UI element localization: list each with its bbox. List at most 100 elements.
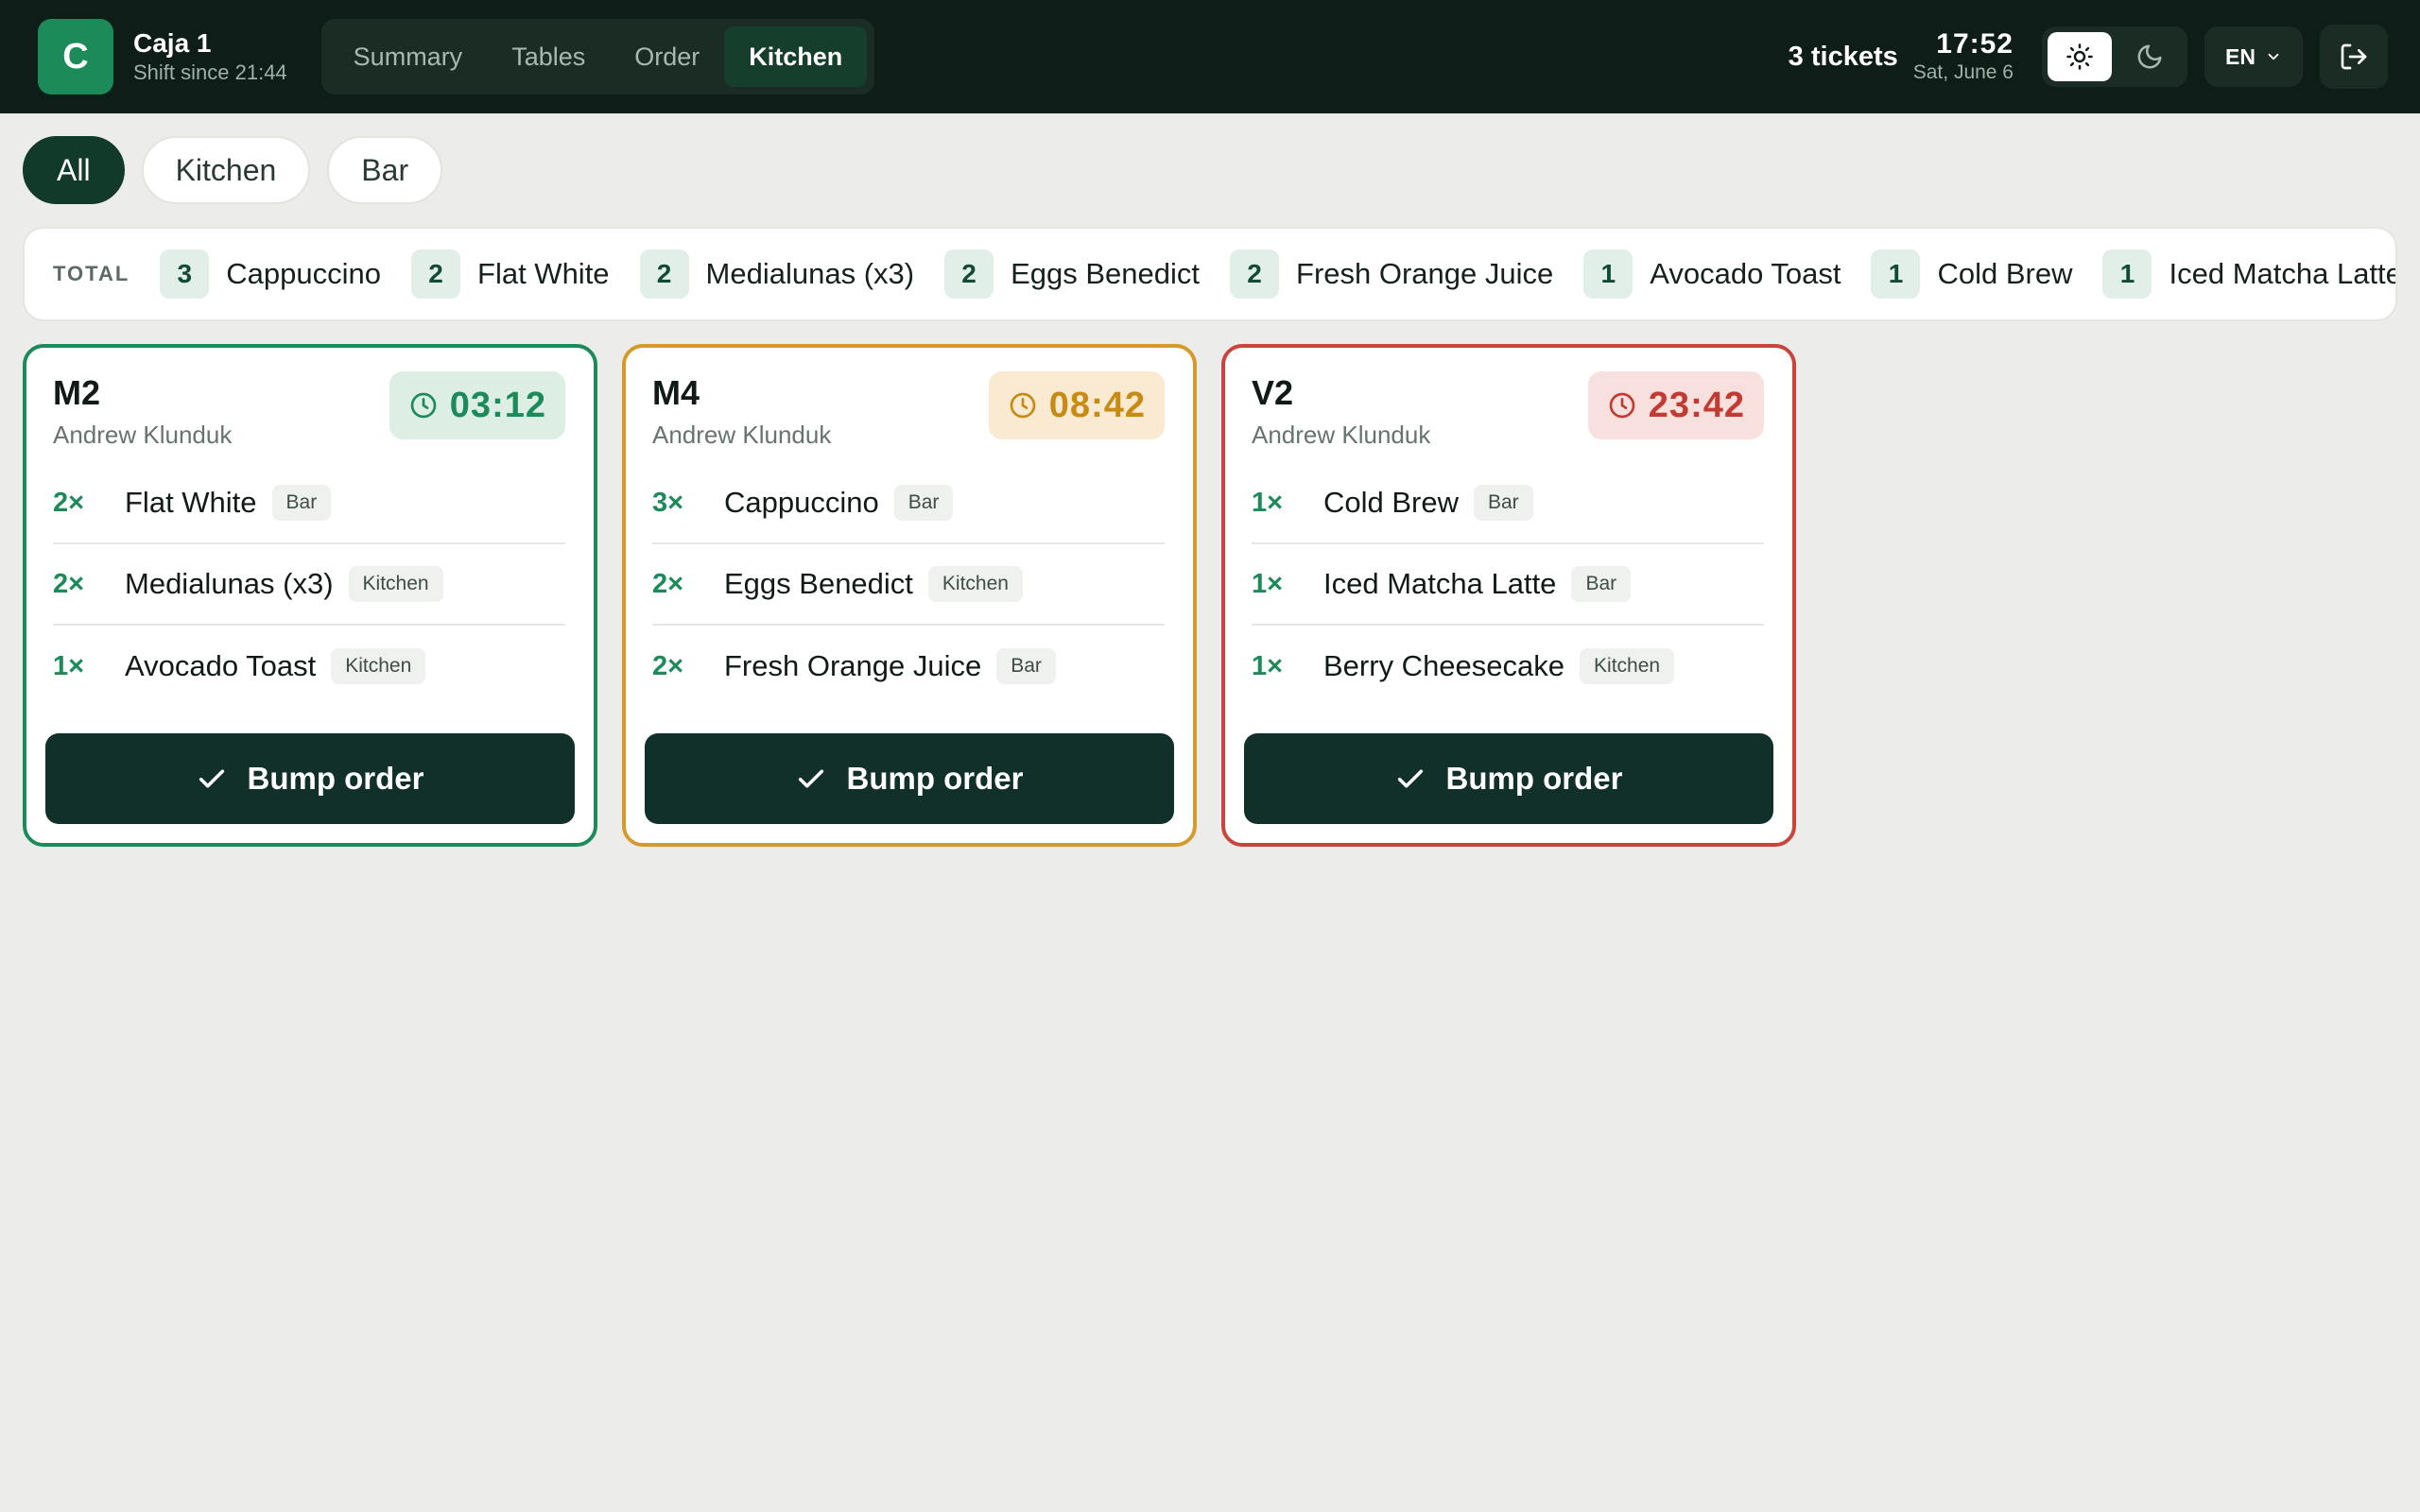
total-qty: 2 — [639, 249, 689, 299]
check-icon — [1398, 769, 1424, 788]
light-theme-button[interactable] — [2048, 32, 2112, 81]
filter-all[interactable]: All — [23, 136, 125, 204]
bump-order-button[interactable]: Bump order — [645, 733, 1174, 824]
item-qty: 2× — [53, 568, 85, 599]
ticket-item: 1× Berry Cheesecake Kitchen — [1252, 626, 1764, 707]
total-qty: 2 — [1230, 249, 1280, 299]
tab-label: Order — [634, 42, 700, 71]
timer-value: 23:42 — [1648, 385, 1745, 425]
item-name: Eggs Benedict — [724, 567, 913, 600]
ticket-item: 1× Avocado Toast Kitchen — [53, 626, 565, 707]
station-badge: Bar — [271, 485, 332, 521]
bump-label: Bump order — [1445, 761, 1623, 796]
tab-order[interactable]: Order — [610, 26, 724, 87]
bump-order-button[interactable]: Bump order — [45, 733, 575, 824]
station-badge: Kitchen — [927, 566, 1023, 602]
total-name: Avocado Toast — [1650, 257, 1841, 290]
brand-logo: C — [38, 19, 113, 94]
top-bar: C Caja 1 Shift since 21:44 Summary Table… — [0, 0, 2420, 113]
clock-icon — [1010, 392, 1036, 419]
total-qty: 2 — [411, 249, 461, 299]
language-select[interactable]: EN — [2204, 26, 2303, 87]
tab-summary[interactable]: Summary — [329, 26, 488, 87]
logout-button[interactable] — [2320, 25, 2388, 89]
ticket-grid: M2 Andrew Klunduk 03:12 2× Flat White Bar … — [23, 344, 1796, 847]
total-qty: 1 — [1583, 249, 1634, 299]
total-item: 3 Cappuccino — [160, 249, 381, 299]
item-name: Iced Matcha Latte — [1323, 567, 1557, 600]
clock: 17:52 Sat, June 6 — [1913, 28, 2014, 85]
tab-kitchen[interactable]: Kitchen — [724, 26, 868, 87]
shift-since: Shift since 21:44 — [133, 60, 287, 84]
ticket-waiter: Andrew Klunduk — [652, 421, 832, 449]
item-qty: 2× — [53, 487, 85, 518]
ticket-card: V2 Andrew Klunduk 23:42 1× Cold Brew Bar 1… — [1221, 344, 1796, 847]
total-name: Eggs Benedict — [1011, 257, 1201, 290]
total-item: 2 Flat White — [411, 249, 610, 299]
station-badge: Bar — [893, 485, 954, 521]
total-item: 1 Avocado Toast — [1583, 249, 1841, 299]
total-qty: 1 — [1871, 249, 1921, 299]
sun-icon — [2066, 43, 2093, 70]
item-name: Cappuccino — [724, 486, 879, 519]
bump-label: Bump order — [846, 761, 1024, 796]
ticket-timer: 23:42 — [1587, 371, 1764, 439]
language-label: EN — [2225, 43, 2256, 69]
brand-logo-letter: C — [62, 36, 89, 77]
ticket-item: 2× Fresh Orange Juice Bar — [652, 626, 1165, 707]
tab-tables[interactable]: Tables — [487, 26, 610, 87]
ticket-card: M2 Andrew Klunduk 03:12 2× Flat White Bar … — [23, 344, 597, 847]
station-badge: Kitchen — [1580, 648, 1675, 684]
total-name: Flat White — [477, 257, 610, 290]
station-badge: Kitchen — [331, 648, 426, 684]
totals-label: TOTAL — [53, 262, 130, 285]
ticket-info: V2 Andrew Klunduk — [1252, 372, 1430, 503]
ticket-table: M2 — [53, 373, 101, 412]
item-name: Flat White — [125, 486, 257, 519]
ticket-table: V2 — [1252, 373, 1294, 412]
totals-bar: TOTAL 3 Cappuccino 2 Flat White 2 Medialuna… — [23, 227, 2397, 321]
clock-date: Sat, June 6 — [1912, 61, 2014, 83]
station-badge: Bar — [996, 648, 1056, 684]
logout-icon — [2341, 43, 2367, 70]
item-qty: 2× — [652, 650, 684, 681]
ticket-timer: 03:12 — [389, 371, 565, 439]
filter-label: All — [57, 152, 91, 187]
item-qty: 3× — [652, 487, 684, 518]
ticket-waiter: Andrew Klunduk — [53, 421, 233, 449]
total-item: 2 Medialunas (x3) — [639, 249, 915, 299]
ticket-items: 2× Flat White Bar 2× Medialunas (x3) Kitchen… — [53, 463, 565, 707]
filter-label: Bar — [361, 152, 409, 187]
total-qty: 2 — [944, 249, 994, 299]
dark-theme-button[interactable] — [2118, 32, 2182, 81]
bump-order-button[interactable]: Bump order — [1244, 733, 1773, 824]
total-name: Medialunas (x3) — [705, 257, 915, 290]
ticket-item: 2× Eggs Benedict Kitchen — [652, 544, 1165, 626]
total-name: Cold Brew — [1937, 257, 2073, 290]
total-item: 1 Cold Brew — [1871, 249, 2072, 299]
clock-time: 17:52 — [1936, 28, 2014, 60]
timer-value: 03:12 — [449, 385, 546, 425]
total-name: Iced Matcha Latte — [2169, 257, 2397, 290]
filter-label: Kitchen — [175, 152, 277, 187]
timer-value: 08:42 — [1048, 385, 1146, 425]
filter-kitchen[interactable]: Kitchen — [141, 136, 311, 204]
ticket-timer: 08:42 — [988, 371, 1165, 439]
filter-bar[interactable]: Bar — [327, 136, 443, 204]
station-badge: Bar — [1474, 485, 1533, 521]
total-qty: 3 — [160, 249, 210, 299]
register-name: Caja 1 — [133, 28, 212, 58]
total-item: 2 Fresh Orange Juice — [1230, 249, 1553, 299]
ticket-waiter: Andrew Klunduk — [1252, 421, 1431, 449]
tab-label: Summary — [353, 42, 463, 71]
ticket-info: M4 Andrew Klunduk — [652, 372, 831, 503]
bump-label: Bump order — [247, 761, 424, 796]
ticket-info: M2 Andrew Klunduk — [53, 372, 232, 503]
total-item: 1 Iced Matcha Latte — [2102, 249, 2397, 299]
station-badge: Kitchen — [348, 566, 443, 602]
ticket-items: 1× Cold Brew Bar 1× Iced Matcha Latte Bar 1×… — [1252, 463, 1764, 707]
item-qty: 1× — [1252, 568, 1284, 599]
chevron-down-icon — [2268, 53, 2279, 60]
total-qty: 1 — [2102, 249, 2152, 299]
item-name: Medialunas (x3) — [125, 567, 334, 600]
